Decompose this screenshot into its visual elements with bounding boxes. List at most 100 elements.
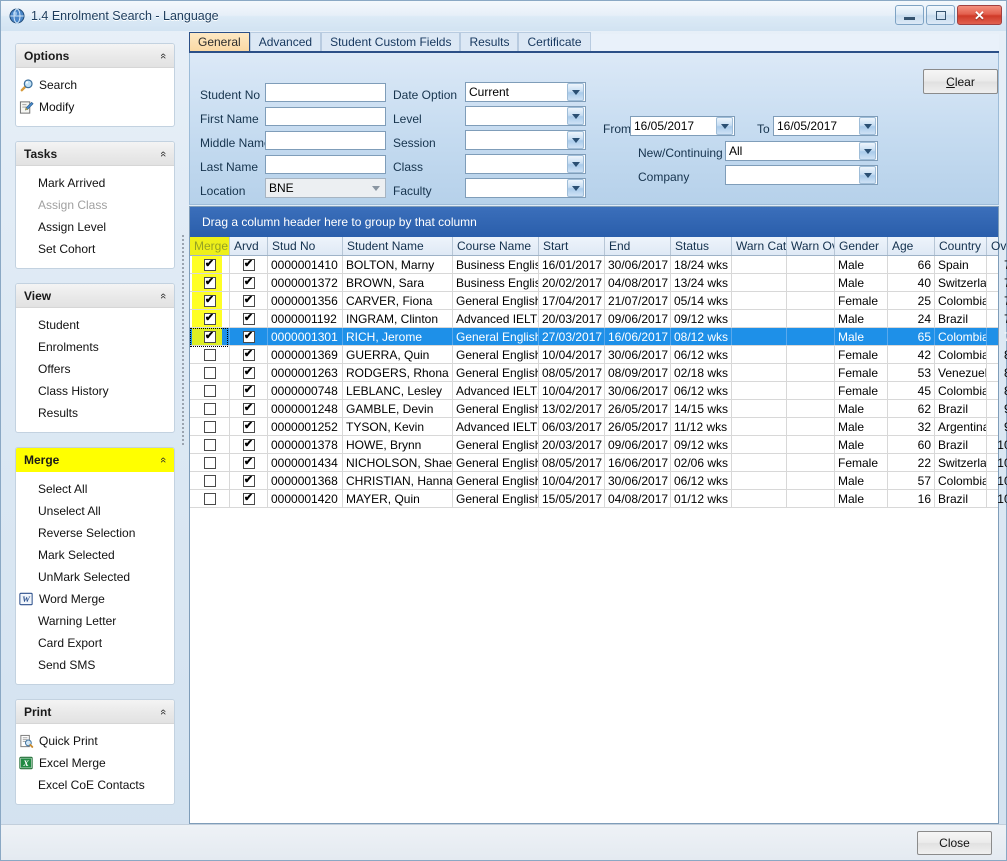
sidebar-item-mark-selected[interactable]: Mark Selected <box>16 544 174 566</box>
sidebar-item-send-sms[interactable]: Send SMS <box>16 654 174 676</box>
date-option-combo[interactable]: Current <box>465 82 586 102</box>
arrived-checkbox[interactable]: ✔ <box>243 457 255 469</box>
merge-checkbox[interactable] <box>204 457 216 469</box>
sidebar-item-set-cohort[interactable]: Set Cohort <box>16 238 174 260</box>
table-row[interactable]: ✔✔0000001356CARVER, FionaGeneral English… <box>190 292 998 310</box>
cell-arvd[interactable]: ✔ <box>230 490 268 507</box>
cell-arvd[interactable]: ✔ <box>230 274 268 291</box>
cell-arvd[interactable]: ✔ <box>230 382 268 399</box>
arrived-checkbox[interactable]: ✔ <box>243 493 255 505</box>
cell-merge[interactable] <box>190 364 230 381</box>
sidebar-item-offers[interactable]: Offers <box>16 358 174 380</box>
column-header-arvd[interactable]: Arvd <box>230 237 268 255</box>
chevron-down-icon[interactable] <box>567 155 584 173</box>
table-row[interactable]: ✔0000000748LEBLANC, LesleyAdvanced IELTS… <box>190 382 998 400</box>
chevron-up-icon[interactable]: « <box>157 292 169 298</box>
cell-arvd[interactable]: ✔ <box>230 364 268 381</box>
faculty-combo[interactable] <box>465 178 586 198</box>
cell-arvd[interactable]: ✔ <box>230 472 268 489</box>
column-header-status[interactable]: Status <box>671 237 732 255</box>
table-row[interactable]: ✔0000001378HOWE, BrynnGeneral English20/… <box>190 436 998 454</box>
arrived-checkbox[interactable]: ✔ <box>243 385 255 397</box>
chevron-down-icon[interactable] <box>859 166 876 184</box>
location-combo[interactable]: BNE <box>265 178 386 198</box>
cell-merge[interactable] <box>190 472 230 489</box>
chevron-down-icon[interactable] <box>859 142 876 160</box>
arrived-checkbox[interactable]: ✔ <box>243 277 255 289</box>
chevron-down-icon[interactable] <box>367 179 384 197</box>
merge-checkbox[interactable] <box>204 367 216 379</box>
sidebar-item-warning-letter[interactable]: Warning Letter <box>16 610 174 632</box>
cell-arvd[interactable]: ✔ <box>230 436 268 453</box>
column-header-age[interactable]: Age <box>888 237 935 255</box>
chevron-down-icon[interactable] <box>859 117 876 135</box>
merge-checkbox[interactable] <box>204 403 216 415</box>
panel-splitter[interactable] <box>181 233 186 551</box>
column-header-over[interactable]: Over <box>987 237 1007 255</box>
cell-arvd[interactable]: ✔ <box>230 400 268 417</box>
merge-checkbox[interactable] <box>204 439 216 451</box>
column-header-studno[interactable]: Stud No <box>268 237 343 255</box>
tab-student-custom-fields[interactable]: Student Custom Fields <box>321 32 460 51</box>
table-row[interactable]: ✔0000001420MAYER, QuinGeneral English15/… <box>190 490 998 508</box>
merge-checkbox[interactable]: ✔ <box>204 295 216 307</box>
sidebar-item-search[interactable]: Search <box>16 74 174 96</box>
to-date-combo[interactable]: 16/05/2017 <box>773 116 878 136</box>
cell-merge[interactable] <box>190 400 230 417</box>
from-date-combo[interactable]: 16/05/2017 <box>630 116 735 136</box>
sidebar-item-student[interactable]: Student <box>16 314 174 336</box>
close-window-button[interactable]: ✕ <box>957 5 1002 25</box>
chevron-up-icon[interactable]: « <box>157 52 169 58</box>
chevron-down-icon[interactable] <box>716 117 733 135</box>
merge-checkbox[interactable] <box>204 349 216 361</box>
tab-advanced[interactable]: Advanced <box>250 32 321 51</box>
cell-merge[interactable] <box>190 346 230 363</box>
sidebar-item-reverse-selection[interactable]: Reverse Selection <box>16 522 174 544</box>
cell-merge[interactable]: ✔ <box>190 274 230 291</box>
sidebar-item-select-all[interactable]: Select All <box>16 478 174 500</box>
panel-header-print[interactable]: Print« <box>16 700 174 724</box>
cell-arvd[interactable]: ✔ <box>230 328 268 345</box>
chevron-down-icon[interactable] <box>567 131 584 149</box>
first-name-input[interactable] <box>265 107 386 126</box>
clear-button[interactable]: Clear <box>923 69 998 94</box>
sidebar-item-assign-level[interactable]: Assign Level <box>16 216 174 238</box>
panel-header-merge[interactable]: Merge« <box>16 448 174 472</box>
sidebar-item-modify[interactable]: Modify <box>16 96 174 118</box>
cell-merge[interactable]: ✔ <box>190 256 230 273</box>
merge-checkbox[interactable] <box>204 493 216 505</box>
cell-merge[interactable] <box>190 382 230 399</box>
table-row[interactable]: ✔✔0000001410BOLTON, MarnyBusiness Englis… <box>190 256 998 274</box>
merge-checkbox[interactable]: ✔ <box>204 259 216 271</box>
column-header-country[interactable]: Country <box>935 237 987 255</box>
tab-general[interactable]: General <box>189 32 250 51</box>
merge-checkbox[interactable] <box>204 385 216 397</box>
column-header-course[interactable]: Course Name <box>453 237 539 255</box>
cell-merge[interactable] <box>190 436 230 453</box>
middle-name-input[interactable] <box>265 131 386 150</box>
arrived-checkbox[interactable]: ✔ <box>243 421 255 433</box>
sidebar-item-unselect-all[interactable]: Unselect All <box>16 500 174 522</box>
column-header-merge[interactable]: Merge <box>190 237 230 255</box>
minimize-button[interactable] <box>895 5 924 25</box>
arrived-checkbox[interactable]: ✔ <box>243 367 255 379</box>
arrived-checkbox[interactable]: ✔ <box>243 439 255 451</box>
tab-certificate[interactable]: Certificate <box>518 32 590 51</box>
chevron-up-icon[interactable]: « <box>157 708 169 714</box>
sidebar-item-excel-coe-contacts[interactable]: Excel CoE Contacts <box>16 774 174 796</box>
cell-merge[interactable] <box>190 418 230 435</box>
panel-header-options[interactable]: Options« <box>16 44 174 68</box>
merge-checkbox[interactable] <box>204 475 216 487</box>
table-row[interactable]: ✔✔0000001372BROWN, SaraBusiness English2… <box>190 274 998 292</box>
arrived-checkbox[interactable]: ✔ <box>243 259 255 271</box>
session-combo[interactable] <box>465 130 586 150</box>
sidebar-item-unmark-selected[interactable]: UnMark Selected <box>16 566 174 588</box>
class-combo[interactable] <box>465 154 586 174</box>
sidebar-item-quick-print[interactable]: Quick Print <box>16 730 174 752</box>
table-row[interactable]: ✔0000001263RODGERS, RhonaGeneral English… <box>190 364 998 382</box>
new-continuing-combo[interactable]: All <box>725 141 878 161</box>
merge-checkbox[interactable] <box>204 421 216 433</box>
sidebar-item-excel-merge[interactable]: XExcel Merge <box>16 752 174 774</box>
column-header-warnov[interactable]: Warn Ov <box>787 237 835 255</box>
cell-merge[interactable]: ✔ <box>190 328 230 345</box>
